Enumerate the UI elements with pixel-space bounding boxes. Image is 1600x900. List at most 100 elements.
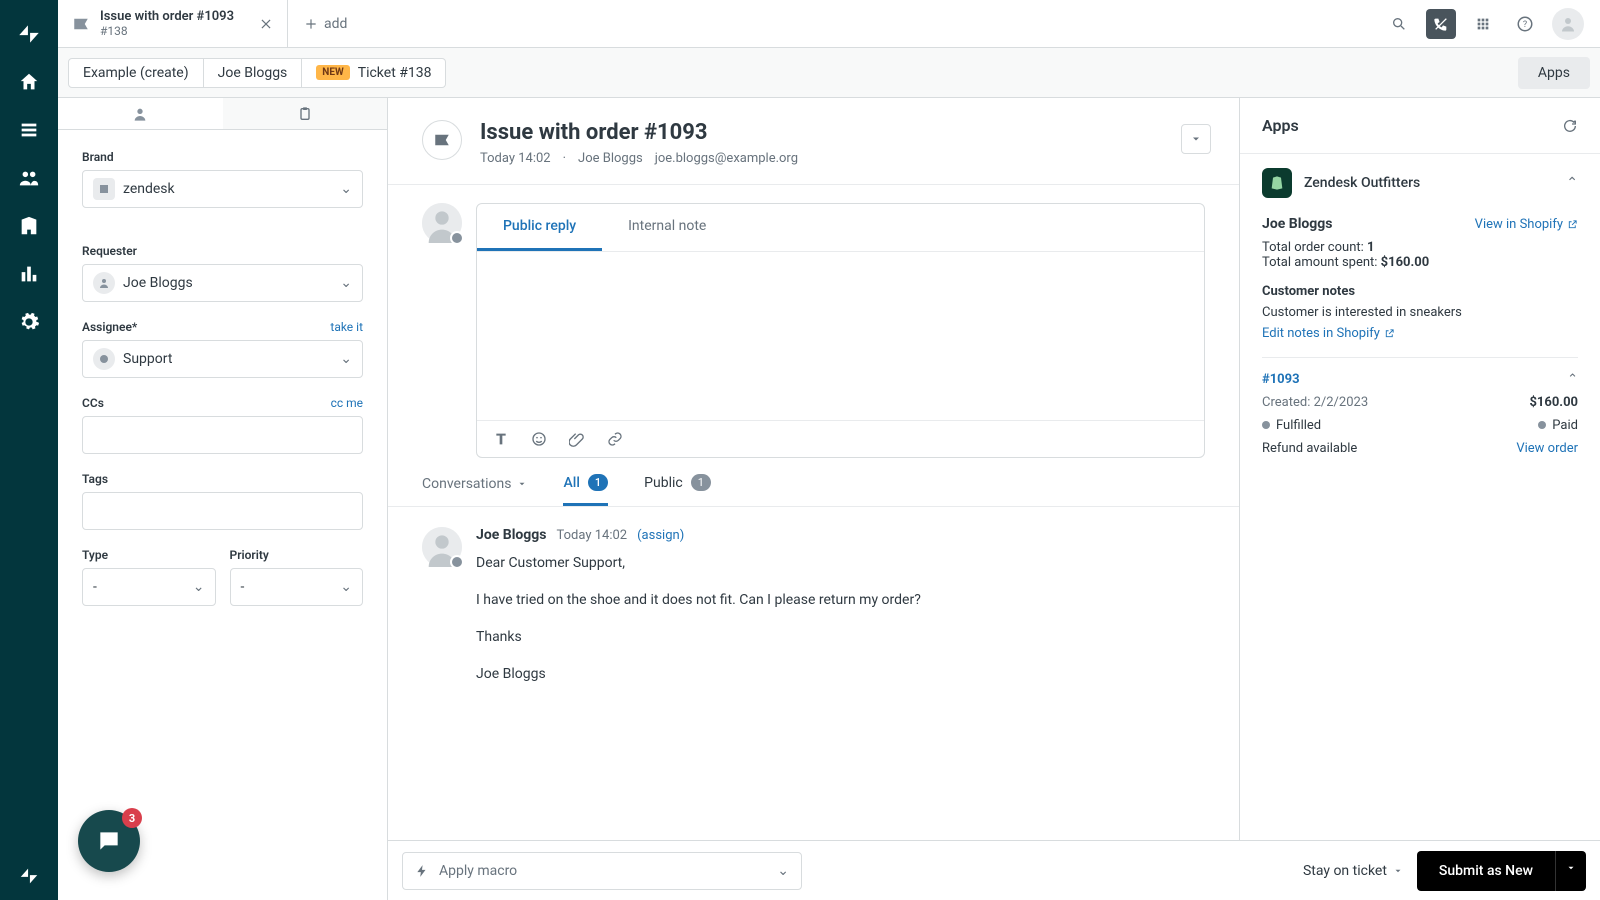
stay-on-ticket-toggle[interactable]: Stay on ticket bbox=[1303, 863, 1403, 879]
message-avatar bbox=[422, 527, 462, 567]
refund-available-label: Refund available bbox=[1262, 441, 1357, 456]
type-value: - bbox=[93, 579, 97, 595]
zendesk-z-icon bbox=[18, 865, 40, 887]
breadcrumb-user[interactable]: Joe Bloggs bbox=[204, 58, 303, 88]
side-tab-strip bbox=[58, 98, 387, 130]
order-count-row: Total order count: 1 bbox=[1262, 240, 1578, 255]
list-icon bbox=[18, 119, 40, 141]
nav-logo[interactable] bbox=[0, 10, 58, 58]
chevron-up-icon[interactable]: ⌃ bbox=[1567, 372, 1578, 387]
profile-avatar[interactable] bbox=[1552, 8, 1584, 40]
tags-input[interactable] bbox=[82, 492, 363, 530]
chevron-down-icon: ⌄ bbox=[340, 275, 352, 291]
nav-home[interactable] bbox=[0, 58, 58, 106]
ticket-footer: Apply macro ⌄ Stay on ticket Submit as N… bbox=[388, 840, 1600, 900]
nav-organizations[interactable] bbox=[0, 202, 58, 250]
ticket-meta: Today 14:02 · Joe Bloggs joe.bloggs@exam… bbox=[480, 151, 798, 166]
clipboard-icon bbox=[297, 106, 313, 122]
smile-icon bbox=[531, 431, 547, 447]
side-tab-user[interactable] bbox=[58, 98, 223, 129]
tab-subtitle: #138 bbox=[100, 24, 234, 38]
nav-admin[interactable] bbox=[0, 298, 58, 346]
attach-button[interactable] bbox=[569, 431, 585, 447]
message-time: Today 14:02 bbox=[557, 528, 628, 543]
edit-notes-link[interactable]: Edit notes in Shopify bbox=[1262, 326, 1578, 341]
filter-tab-all[interactable]: All 1 bbox=[563, 474, 608, 506]
view-in-shopify-link[interactable]: View in Shopify bbox=[1475, 217, 1578, 232]
priority-value: - bbox=[241, 579, 245, 595]
chat-fab[interactable]: 3 bbox=[78, 810, 140, 872]
apply-macro-select[interactable]: Apply macro ⌄ bbox=[402, 852, 802, 890]
format-text-button[interactable] bbox=[493, 431, 509, 447]
type-select[interactable]: - ⌄ bbox=[82, 568, 216, 606]
compose-area: Public reply Internal note bbox=[388, 185, 1239, 466]
submit-button[interactable]: Submit as New bbox=[1417, 851, 1555, 891]
brand-select[interactable]: zendesk ⌄ bbox=[82, 170, 363, 208]
filter-tab-public[interactable]: Public 1 bbox=[644, 474, 711, 506]
order-id-link[interactable]: #1093 bbox=[1262, 372, 1300, 387]
order-created-row: Created: 2/2/2023 bbox=[1262, 395, 1368, 410]
nav-reporting[interactable] bbox=[0, 250, 58, 298]
top-tab-bar: Issue with order #1093 #138 add ? bbox=[58, 0, 1600, 48]
emoji-button[interactable] bbox=[531, 431, 547, 447]
breadcrumb-current[interactable]: New Ticket #138 bbox=[302, 58, 446, 88]
ticket-options-button[interactable] bbox=[1181, 124, 1211, 154]
priority-select[interactable]: - ⌄ bbox=[230, 568, 364, 606]
assign-link[interactable]: (assign) bbox=[637, 528, 684, 543]
view-order-link[interactable]: View order bbox=[1516, 441, 1578, 456]
assignee-label: Assignee* take it bbox=[82, 320, 363, 334]
talk-button[interactable] bbox=[1426, 9, 1456, 39]
home-icon bbox=[18, 71, 40, 93]
message-author: Joe Bloggs bbox=[476, 527, 547, 543]
conversation-panel: Issue with order #1093 Today 14:02 · Joe… bbox=[388, 98, 1240, 900]
breadcrumb-example[interactable]: Example (create) bbox=[68, 58, 204, 88]
brand-label: Brand bbox=[82, 150, 363, 164]
app-name: Zendesk Outfitters bbox=[1304, 175, 1420, 191]
search-button[interactable] bbox=[1384, 9, 1414, 39]
link-button[interactable] bbox=[607, 431, 623, 447]
paperclip-icon bbox=[569, 431, 585, 447]
tab-close-button[interactable] bbox=[247, 17, 273, 31]
cc-me-link[interactable]: cc me bbox=[331, 396, 363, 410]
take-it-link[interactable]: take it bbox=[330, 320, 363, 334]
chevron-down-icon bbox=[517, 479, 527, 489]
tab-public-reply[interactable]: Public reply bbox=[477, 204, 602, 251]
message-line: Thanks bbox=[476, 627, 1205, 648]
ccs-input[interactable] bbox=[82, 416, 363, 454]
ticket-properties-panel: Brand zendesk ⌄ Requester Joe Bloggs ⌄ A… bbox=[58, 98, 388, 900]
requester-select[interactable]: Joe Bloggs ⌄ bbox=[82, 264, 363, 302]
order-total: $160.00 bbox=[1529, 395, 1578, 410]
requester-label: Requester bbox=[82, 244, 363, 258]
help-button[interactable]: ? bbox=[1510, 9, 1540, 39]
conversations-dropdown[interactable]: Conversations bbox=[422, 476, 527, 504]
fulfillment-label: Fulfilled bbox=[1276, 418, 1321, 433]
app-card: Zendesk Outfitters ⌃ Joe Bloggs View in … bbox=[1240, 153, 1600, 484]
reply-editor[interactable] bbox=[477, 251, 1204, 421]
assignee-select[interactable]: Support ⌄ bbox=[82, 340, 363, 378]
payment-label: Paid bbox=[1552, 418, 1578, 433]
products-button[interactable] bbox=[1468, 9, 1498, 39]
tab-internal-note[interactable]: Internal note bbox=[602, 204, 732, 251]
chevron-down-icon: ⌄ bbox=[777, 863, 789, 879]
app-body: Joe Bloggs View in Shopify Total order c… bbox=[1240, 212, 1600, 484]
workspace-tab[interactable]: Issue with order #1093 #138 bbox=[58, 0, 288, 47]
ccs-label-text: CCs bbox=[82, 396, 104, 410]
add-tab-button[interactable]: add bbox=[288, 0, 363, 47]
app-header[interactable]: Zendesk Outfitters ⌃ bbox=[1240, 154, 1600, 212]
side-tab-ticket[interactable] bbox=[223, 98, 388, 129]
nav-customers[interactable] bbox=[0, 154, 58, 202]
apps-reload-button[interactable] bbox=[1562, 118, 1578, 134]
order-block: #1093 ⌃ Created: 2/2/2023 $160.00 Fulfil… bbox=[1262, 357, 1578, 456]
ticket-meta-email: joe.bloggs@example.org bbox=[655, 151, 798, 166]
apps-toggle-button[interactable]: Apps bbox=[1518, 57, 1590, 89]
nav-zendesk-products[interactable] bbox=[0, 852, 58, 900]
refresh-icon bbox=[1562, 118, 1578, 134]
message-header: Joe Bloggs Today 14:02 (assign) bbox=[476, 527, 1205, 543]
nav-views[interactable] bbox=[0, 106, 58, 154]
editor-toolbar bbox=[477, 421, 1204, 457]
tab-title: Issue with order #1093 bbox=[100, 9, 234, 25]
payment-status: Paid bbox=[1538, 418, 1578, 433]
lightning-icon bbox=[415, 864, 429, 878]
presence-dot bbox=[450, 231, 464, 245]
submit-dropdown-button[interactable] bbox=[1555, 851, 1586, 891]
